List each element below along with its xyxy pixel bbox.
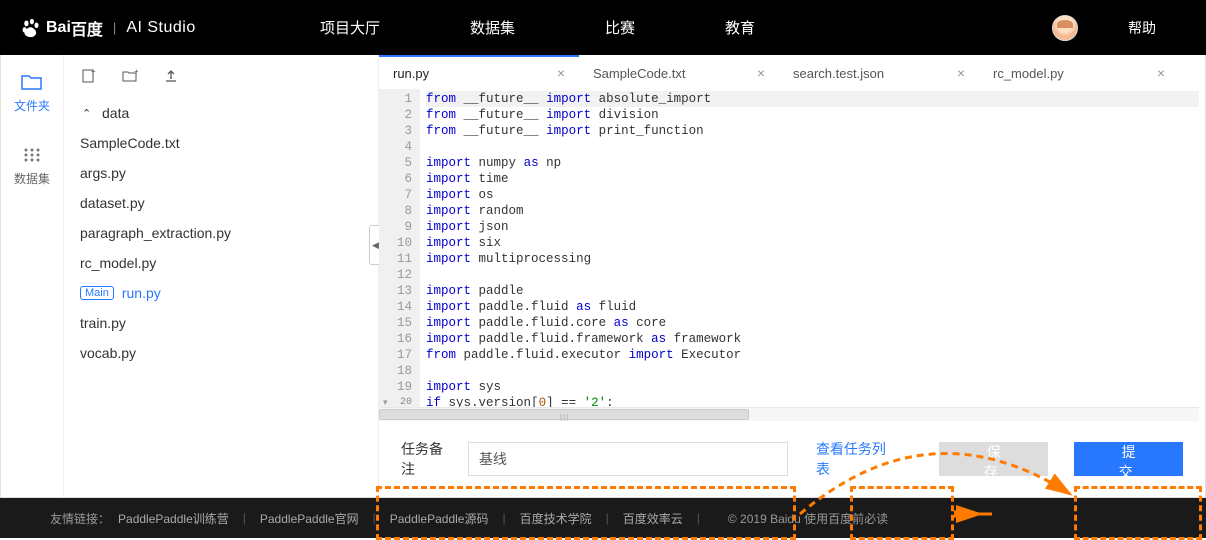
- close-icon[interactable]: ×: [757, 65, 765, 81]
- rail-dataset-label: 数据集: [14, 172, 50, 186]
- footer-copyright: © 2019 Baidu 使用百度前必读: [728, 510, 888, 527]
- task-footer: 任务备注 查看任务列表 保 存 提 交: [379, 421, 1205, 497]
- top-nav-bar: Bai 百度 | AI Studio 项目大厅 数据集 比赛 教育 帮助: [0, 0, 1206, 55]
- user-avatar[interactable]: [1052, 15, 1078, 41]
- footer-link[interactable]: PaddlePaddle训练营: [118, 510, 229, 527]
- tree-file[interactable]: rc_model.py: [76, 248, 366, 278]
- nav-item-datasets[interactable]: 数据集: [470, 17, 515, 38]
- task-note-input[interactable]: [468, 442, 788, 476]
- logo-area: Bai 百度 | AI Studio: [0, 16, 280, 40]
- brand-prefix: Bai: [46, 19, 71, 37]
- save-button[interactable]: 保 存: [939, 442, 1048, 476]
- close-icon[interactable]: ×: [957, 65, 965, 81]
- tree-file[interactable]: vocab.py: [76, 338, 366, 368]
- upload-icon[interactable]: [164, 69, 178, 86]
- brand-divider: |: [113, 20, 116, 35]
- rail-files-label: 文件夹: [14, 99, 50, 113]
- main-nav: 项目大厅 数据集 比赛 教育: [320, 17, 755, 38]
- footer-link[interactable]: PaddlePaddle官网: [260, 510, 359, 527]
- footer-link[interactable]: 百度效率云: [623, 510, 683, 527]
- tree-folder-label: data: [102, 105, 129, 121]
- file-toolbar: + +: [64, 63, 378, 98]
- baidu-logo[interactable]: Bai 百度: [20, 16, 103, 40]
- folder-icon: [21, 73, 43, 91]
- nav-item-competition[interactable]: 比赛: [605, 17, 635, 38]
- tab-samplecode[interactable]: SampleCode.txt×: [579, 55, 779, 89]
- code-editor[interactable]: 123456789101112131415161718192021222324 …: [379, 89, 1205, 407]
- tree-folder-data[interactable]: ⌃ data: [76, 98, 366, 128]
- left-rail: 文件夹 数据集: [1, 55, 64, 497]
- footer-label: 友情链接：: [50, 510, 110, 527]
- horizontal-scrollbar[interactable]: |||: [379, 407, 1199, 421]
- tree-file[interactable]: train.py: [76, 308, 366, 338]
- nav-item-project-hall[interactable]: 项目大厅: [320, 17, 380, 38]
- close-icon[interactable]: ×: [557, 65, 565, 81]
- site-footer: 友情链接： PaddlePaddle训练营| PaddlePaddle官网| P…: [0, 498, 1206, 538]
- file-tree: ⌃ data SampleCode.txt args.py dataset.py…: [64, 98, 378, 368]
- tab-search-json[interactable]: search.test.json×: [779, 55, 979, 89]
- editor-tabs: run.py× SampleCode.txt× search.test.json…: [379, 55, 1205, 89]
- editor-area: ◀ run.py× SampleCode.txt× search.test.js…: [379, 55, 1205, 497]
- footer-link[interactable]: PaddlePaddle源码: [390, 510, 489, 527]
- tree-file[interactable]: dataset.py: [76, 188, 366, 218]
- file-explorer: + + ⌃ data SampleCode.txt args.py datase…: [64, 55, 379, 497]
- close-icon[interactable]: ×: [1157, 65, 1165, 81]
- svg-text:+: +: [91, 69, 96, 76]
- line-gutter: 123456789101112131415161718192021222324: [379, 89, 420, 407]
- submit-button[interactable]: 提 交: [1074, 442, 1183, 476]
- main-tag: Main: [80, 286, 114, 300]
- code-content[interactable]: from __future__ import absolute_importfr…: [420, 89, 1205, 407]
- new-file-icon[interactable]: +: [82, 69, 96, 86]
- nav-item-education[interactable]: 教育: [725, 17, 755, 38]
- rail-item-files[interactable]: 文件夹: [1, 55, 63, 128]
- scrollbar-thumb[interactable]: |||: [379, 409, 749, 420]
- tree-file[interactable]: SampleCode.txt: [76, 128, 366, 158]
- footer-link[interactable]: 百度技术学院: [520, 510, 592, 527]
- tab-run-py[interactable]: run.py×: [379, 55, 579, 89]
- view-tasklist-link[interactable]: 查看任务列表: [816, 439, 895, 479]
- note-label: 任务备注: [401, 439, 454, 479]
- tree-file[interactable]: args.py: [76, 158, 366, 188]
- dataset-icon: [21, 146, 43, 164]
- rail-item-dataset[interactable]: 数据集: [1, 128, 63, 201]
- brand-baidu: 百度: [71, 16, 103, 40]
- ai-studio-label: AI Studio: [126, 19, 195, 37]
- caret-icon: ⌃: [82, 107, 94, 120]
- help-link[interactable]: 帮助: [1128, 18, 1156, 38]
- new-folder-icon[interactable]: +: [122, 69, 138, 86]
- paw-icon: [20, 17, 42, 39]
- tab-rc-model[interactable]: rc_model.py×: [979, 55, 1179, 89]
- tree-file-selected[interactable]: Main run.py: [76, 278, 366, 308]
- svg-text:+: +: [134, 69, 138, 76]
- tree-file[interactable]: paragraph_extraction.py: [76, 218, 366, 248]
